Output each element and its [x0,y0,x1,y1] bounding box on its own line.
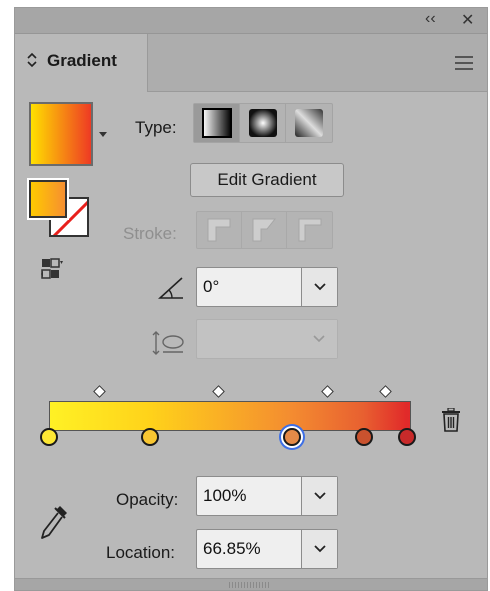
gradient-panel: ‹‹ ✕ Gradient Type: Edit Gradient Stroke… [14,7,488,591]
opacity-dropdown[interactable]: 100% [196,476,338,516]
stroke-gradient-group [196,211,333,249]
type-label: Type: [135,118,177,137]
gradient-stop[interactable] [354,428,373,446]
radial-gradient-button[interactable] [240,104,286,142]
gradient-stop-selected[interactable] [282,428,301,446]
gradient-stop[interactable] [398,428,417,446]
edit-gradient-button[interactable]: Edit Gradient [190,163,344,197]
chevron-down-icon[interactable] [301,320,337,358]
location-dropdown[interactable]: 66.85% [196,529,338,569]
collapse-panel-button[interactable]: ‹‹ [425,10,436,28]
radial-gradient-icon [248,109,277,137]
resize-grip-icon[interactable] [229,582,269,588]
aspect-ratio-icon [152,331,184,355]
gradient-stop[interactable] [141,428,160,446]
angle-icon [158,277,183,299]
gradient-slider-bar[interactable] [49,401,411,431]
expand-collapse-chevron-icon[interactable] [27,52,37,68]
freeform-gradient-icon [295,109,323,137]
gradient-midpoint-handle[interactable] [92,385,106,398]
linear-gradient-icon [201,108,232,138]
gradient-type-group [193,103,333,143]
chevron-down-icon[interactable] [301,477,337,515]
fill-swatch[interactable] [27,178,69,220]
panel-tab-row: Gradient [15,34,487,92]
stroke-along-button[interactable] [242,212,287,248]
chevron-down-icon[interactable] [301,530,337,568]
chevron-down-icon[interactable] [301,268,337,306]
gradient-swatch[interactable] [29,102,93,166]
freeform-gradient-button[interactable] [286,104,332,142]
tab-gradient[interactable]: Gradient [15,34,148,92]
linear-gradient-button[interactable] [194,104,240,142]
aspect-ratio-dropdown[interactable] [196,319,338,359]
trash-icon[interactable] [441,408,461,432]
panel-titlebar: ‹‹ ✕ [15,8,487,34]
location-label: Location: [106,543,175,562]
gradient-midpoint-handle[interactable] [320,385,334,398]
angle-value[interactable]: 0° [197,277,301,297]
panel-bottom-strip [15,578,487,590]
swatch-dropdown-arrow-icon[interactable] [99,132,107,137]
stroke-within-icon [207,218,231,242]
stroke-along-icon [252,218,277,242]
tab-title: Gradient [47,51,117,70]
opacity-label: Opacity: [116,490,179,509]
hamburger-menu-icon[interactable] [455,56,473,70]
stroke-across-button[interactable] [287,212,332,248]
stroke-label: Stroke: [123,224,177,243]
reverse-gradient-icon[interactable] [41,258,63,280]
opacity-value[interactable]: 100% [197,486,301,506]
gradient-midpoint-handle[interactable] [378,385,392,398]
gradient-midpoint-handle[interactable] [212,385,225,398]
stroke-across-icon [298,218,321,242]
angle-dropdown[interactable]: 0° [196,267,338,307]
stroke-within-button[interactable] [197,212,242,248]
close-panel-button[interactable]: ✕ [461,10,474,30]
eyedropper-icon[interactable] [39,504,69,540]
gradient-stop[interactable] [40,428,58,446]
location-value[interactable]: 66.85% [197,539,301,559]
